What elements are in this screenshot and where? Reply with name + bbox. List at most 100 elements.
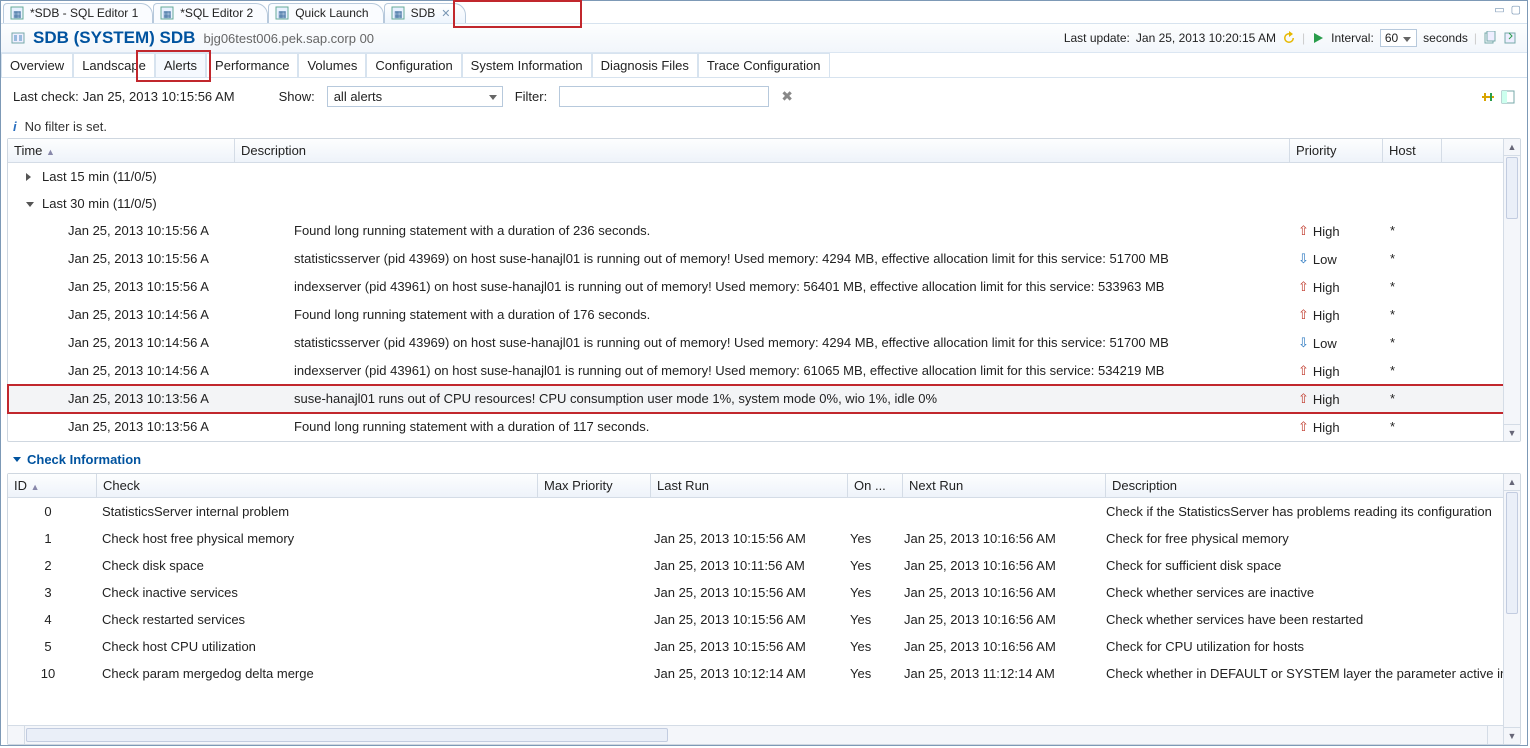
info-icon: i [13, 119, 17, 134]
alert-row[interactable]: Jan 25, 2013 10:15:56 AFound long runnin… [8, 217, 1504, 245]
alert-host: * [1384, 331, 1442, 355]
navtab-system-information[interactable]: System Information [462, 53, 592, 77]
check-lastrun: Jan 25, 2013 10:15:56 AM [648, 608, 844, 631]
check-name: Check disk space [96, 554, 536, 577]
col-description[interactable]: Description [235, 139, 1290, 162]
export-icon[interactable] [1503, 31, 1517, 45]
check-id: 1 [8, 527, 96, 550]
check-lastrun: Jan 25, 2013 10:15:56 AM [648, 581, 844, 604]
interval-select[interactable]: 60 [1380, 29, 1417, 47]
check-desc: Check whether services are inactive [1100, 581, 1504, 604]
alert-row[interactable]: Jan 25, 2013 10:15:56 Astatisticsserver … [8, 245, 1504, 273]
check-name: Check host free physical memory [96, 527, 536, 550]
checks-body: 0StatisticsServer internal problemCheck … [8, 498, 1520, 725]
check-row[interactable]: 1Check host free physical memoryJan 25, … [8, 525, 1504, 552]
col-priority[interactable]: Priority [1290, 139, 1383, 162]
alert-group[interactable]: Last 30 min (11/0/5) [8, 190, 1504, 217]
alert-time: Jan 25, 2013 10:15:56 A [8, 219, 288, 243]
interval-unit: seconds [1423, 31, 1468, 45]
alert-time: Jan 25, 2013 10:15:56 A [8, 247, 288, 271]
editor-tab[interactable]: ▦*SQL Editor 2 [153, 3, 268, 23]
check-nextrun: Jan 25, 2013 10:16:56 AM [898, 554, 1100, 577]
alert-time: Jan 25, 2013 10:15:56 A [8, 275, 288, 299]
col-on[interactable]: On ... [848, 474, 903, 497]
check-row[interactable]: 4Check restarted servicesJan 25, 2013 10… [8, 606, 1504, 633]
alert-time: Jan 25, 2013 10:14:56 A [8, 331, 288, 355]
alert-row[interactable]: Jan 25, 2013 10:13:56 Asuse-hanajl01 run… [8, 385, 1504, 413]
editor-tab[interactable]: ▦Quick Launch [268, 3, 383, 23]
quick-launch-icon: ▦ [275, 6, 289, 20]
alert-group[interactable]: Last 15 min (11/0/5) [8, 163, 1504, 190]
check-name: Check inactive services [96, 581, 536, 604]
col-host[interactable]: Host [1383, 139, 1442, 162]
alert-priority: ⇧ High [1292, 415, 1384, 439]
col-nextrun[interactable]: Next Run [903, 474, 1106, 497]
info-text: No filter is set. [25, 119, 107, 134]
alert-priority: ⇧ High [1292, 219, 1384, 243]
alert-row[interactable]: Jan 25, 2013 10:14:56 Aindexserver (pid … [8, 357, 1504, 385]
col-time[interactable]: Time ▲ [8, 139, 235, 162]
alert-host: * [1384, 415, 1442, 439]
navtab-landscape[interactable]: Landscape [73, 53, 155, 77]
system-icon: ▦ [391, 6, 405, 20]
check-desc: Check for CPU utilization for hosts [1100, 635, 1504, 658]
checks-vscroll[interactable]: ▲ ▼ [1503, 474, 1520, 744]
editor-tab[interactable]: ▦SDB✕ [384, 3, 466, 23]
check-row[interactable]: 10Check param mergedog delta mergeJan 25… [8, 660, 1504, 687]
navtab-alerts[interactable]: Alerts [155, 53, 206, 77]
editor-tab[interactable]: ▦*SDB - SQL Editor 1 [3, 3, 153, 23]
col-maxpriority[interactable]: Max Priority [538, 474, 651, 497]
check-maxp [536, 581, 648, 604]
editor-tabbar: ▦*SDB - SQL Editor 1▦*SQL Editor 2▦Quick… [1, 1, 1527, 24]
alert-host: * [1384, 219, 1442, 243]
alert-desc: statisticsserver (pid 43969) on host sus… [288, 247, 1292, 271]
show-combo[interactable]: all alerts [327, 86, 503, 107]
check-desc: Check whether in DEFAULT or SYSTEM layer… [1100, 662, 1504, 685]
col-lastrun[interactable]: Last Run [651, 474, 848, 497]
close-icon[interactable]: ✕ [441, 7, 450, 20]
configure-icon[interactable] [1481, 90, 1495, 104]
alert-priority: ⇧ High [1292, 275, 1384, 299]
check-row[interactable]: 3Check inactive servicesJan 25, 2013 10:… [8, 579, 1504, 606]
check-row[interactable]: 0StatisticsServer internal problemCheck … [8, 498, 1504, 525]
nav-tabs: OverviewLandscapeAlertsPerformanceVolume… [1, 53, 1527, 78]
col-id[interactable]: ID ▲ [8, 474, 97, 497]
check-on: Yes [844, 662, 898, 685]
check-id: 10 [8, 662, 96, 685]
refresh-icon[interactable] [1282, 31, 1296, 45]
check-row[interactable]: 5Check host CPU utilizationJan 25, 2013 … [8, 633, 1504, 660]
navtab-performance[interactable]: Performance [206, 53, 298, 77]
alert-host: * [1384, 359, 1442, 383]
col-check[interactable]: Check [97, 474, 538, 497]
play-icon[interactable] [1311, 31, 1325, 45]
alert-priority: ⇧ High [1292, 359, 1384, 383]
check-info-title: Check Information [27, 452, 141, 467]
navtab-overview[interactable]: Overview [1, 53, 73, 77]
alert-row[interactable]: Jan 25, 2013 10:13:56 AFound long runnin… [8, 413, 1504, 441]
alert-row[interactable]: Jan 25, 2013 10:15:56 Aindexserver (pid … [8, 273, 1504, 301]
checks-hscroll[interactable] [8, 725, 1504, 744]
system-header: SDB (SYSTEM) SDB bjg06test006.pek.sap.co… [1, 24, 1527, 53]
check-row[interactable]: 2Check disk spaceJan 25, 2013 10:11:56 A… [8, 552, 1504, 579]
tab-label: *SQL Editor 2 [180, 6, 253, 20]
check-id: 5 [8, 635, 96, 658]
navtab-volumes[interactable]: Volumes [298, 53, 366, 77]
navtab-trace-configuration[interactable]: Trace Configuration [698, 53, 830, 77]
layout-icon[interactable] [1501, 90, 1515, 104]
maximize-icon[interactable]: ▢ [1511, 3, 1521, 16]
check-info-section[interactable]: Check Information [1, 442, 1527, 473]
page-subtitle: bjg06test006.pek.sap.corp 00 [203, 31, 374, 46]
clear-filter-icon[interactable]: ✖ [781, 88, 793, 105]
copy-icon[interactable] [1483, 31, 1497, 45]
filter-input[interactable] [559, 86, 769, 107]
navtab-diagnosis-files[interactable]: Diagnosis Files [592, 53, 698, 77]
alert-row[interactable]: Jan 25, 2013 10:14:56 Astatisticsserver … [8, 329, 1504, 357]
check-on [844, 500, 898, 523]
checks-header-row: ID ▲ Check Max Priority Last Run On ... … [8, 474, 1504, 498]
col-check-desc[interactable]: Description [1106, 474, 1504, 497]
navtab-configuration[interactable]: Configuration [366, 53, 461, 77]
highlight-tab-sdb [453, 0, 582, 28]
alerts-vscroll[interactable]: ▲ ▼ [1503, 139, 1520, 441]
minimize-icon[interactable]: ▭ [1494, 3, 1504, 16]
alert-row[interactable]: Jan 25, 2013 10:14:56 AFound long runnin… [8, 301, 1504, 329]
